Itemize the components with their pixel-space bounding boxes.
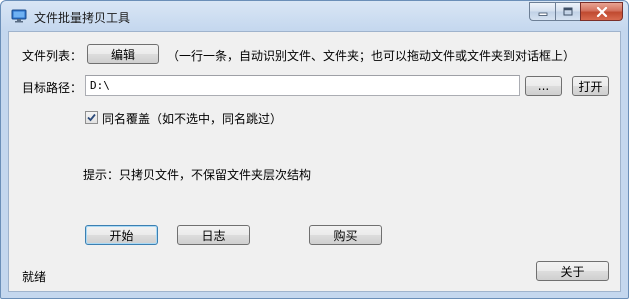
target-path-input[interactable] (85, 75, 520, 96)
file-list-hint: （一行一条，自动识别文件、文件夹；也可以拖动文件或文件夹到对话框上） (167, 49, 576, 63)
close-icon (596, 6, 607, 17)
target-path-label: 目标路径： (22, 81, 83, 95)
checkmark-icon (87, 113, 96, 122)
browse-button[interactable]: ... (525, 76, 562, 96)
file-list-label: 文件列表： (22, 49, 83, 63)
minimize-button[interactable] (529, 2, 555, 21)
maximize-button[interactable] (555, 2, 580, 21)
overwrite-label[interactable]: 同名覆盖（如不选中，同名跳过） (102, 110, 282, 127)
open-button[interactable]: 打开 (572, 76, 609, 96)
title-bar[interactable]: 文件批量拷贝工具 (1, 1, 628, 31)
window-title: 文件批量拷贝工具 (34, 11, 131, 25)
app-window: 文件批量拷贝工具 文件列表： 编辑 （一行一条，自动识别文件、文件夹；也可以拖动… (0, 0, 629, 299)
edit-button[interactable]: 编辑 (87, 44, 159, 64)
monitor-icon (11, 9, 27, 23)
buy-button[interactable]: 购买 (309, 225, 382, 245)
dialog-body: 文件列表： 编辑 （一行一条，自动识别文件、文件夹；也可以拖动文件或文件夹到对话… (8, 31, 621, 292)
overwrite-checkbox[interactable] (85, 111, 98, 124)
start-button[interactable]: 开始 (85, 225, 158, 245)
minimize-icon (538, 12, 547, 16)
about-button[interactable]: 关于 (536, 261, 609, 281)
caption-buttons (529, 2, 623, 21)
close-button[interactable] (580, 2, 623, 21)
maximize-icon (563, 7, 573, 16)
tip-text: 提示：只拷贝文件，不保留文件夹层次结构 (83, 168, 312, 182)
status-text: 就绪 (22, 270, 47, 284)
log-button[interactable]: 日志 (177, 225, 250, 245)
